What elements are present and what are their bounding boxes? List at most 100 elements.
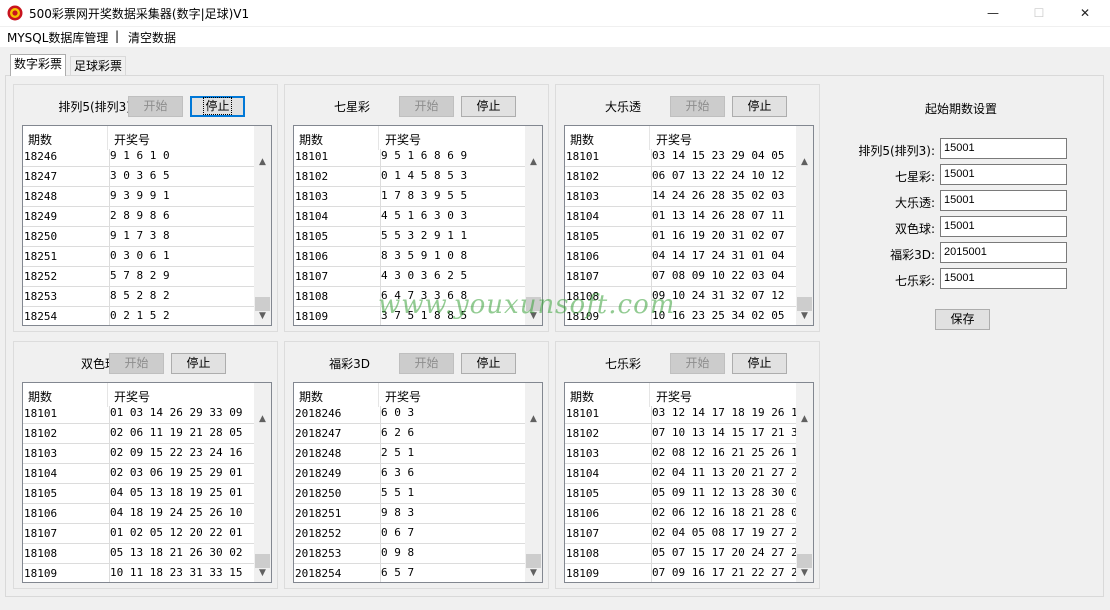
column-header-number[interactable]: 开奖号 [656, 131, 692, 148]
table-row[interactable]: 18108 05 13 18 21 26 30 02 [23, 543, 255, 564]
scroll-up-arrow-icon[interactable]: ▲ [254, 154, 271, 171]
start-button[interactable]: 开始 [670, 353, 725, 374]
table-row[interactable]: 18104 02 03 06 19 25 29 01 [23, 463, 255, 484]
scroll-up-arrow-icon[interactable]: ▲ [254, 411, 271, 428]
stop-button[interactable]: 停止 [732, 96, 787, 117]
column-divider[interactable] [649, 126, 650, 150]
table-row[interactable]: 18252 5 7 8 2 9 [23, 266, 255, 287]
scroll-down-arrow-icon[interactable]: ▼ [254, 308, 271, 325]
start-button[interactable]: 开始 [109, 353, 164, 374]
table-row[interactable]: 18253 8 5 2 8 2 [23, 286, 255, 307]
table-row[interactable]: 18109 10 11 18 23 31 33 15 [23, 563, 255, 582]
table-row[interactable]: 18101 03 12 14 17 18 19 26 10 [565, 406, 804, 424]
table-row[interactable]: 18101 9 5 1 6 8 6 9 [294, 149, 526, 167]
stop-button[interactable]: 停止 [461, 353, 516, 374]
maximize-button[interactable]: ☐ [1016, 0, 1062, 27]
save-button[interactable]: 保存 [935, 309, 990, 330]
column-divider[interactable] [107, 383, 108, 407]
column-header-period[interactable]: 期数 [570, 388, 594, 405]
table-row[interactable]: 18104 01 13 14 26 28 07 11 [565, 206, 797, 227]
column-header-number[interactable]: 开奖号 [385, 131, 421, 148]
table-row[interactable]: 2018252 0 6 7 [294, 523, 526, 544]
menu-clear-data[interactable]: 清空数据 [128, 29, 176, 46]
tab-football-lottery[interactable]: 足球彩票 [70, 56, 127, 76]
close-button[interactable]: ✕ [1062, 0, 1108, 27]
table-row[interactable]: 18103 02 08 12 16 21 25 26 19 [565, 443, 804, 464]
menu-mysql-db[interactable]: MYSQL数据库管理 [7, 29, 108, 46]
column-header-period[interactable]: 期数 [570, 131, 594, 148]
table-row[interactable]: 18109 07 09 16 17 21 22 27 20 [565, 563, 804, 582]
start-button[interactable]: 开始 [128, 96, 183, 117]
table-row[interactable]: 2018246 6 0 3 [294, 406, 526, 424]
table-row[interactable]: 18250 9 1 7 3 8 [23, 226, 255, 247]
column-header-number[interactable]: 开奖号 [656, 388, 692, 405]
scroll-up-arrow-icon[interactable]: ▲ [525, 154, 542, 171]
minimize-button[interactable]: — [970, 0, 1016, 27]
setting-input-dlt[interactable]: 15001 [940, 190, 1067, 211]
table-row[interactable]: 18102 02 06 11 19 21 28 05 [23, 423, 255, 444]
table-row[interactable]: 2018254 6 5 7 [294, 563, 526, 582]
table-row[interactable]: 18105 05 09 11 12 13 28 30 03 [565, 483, 804, 504]
table-row[interactable]: 18104 02 04 11 13 20 21 27 26 [565, 463, 804, 484]
table-row[interactable]: 18107 01 02 05 12 20 22 01 [23, 523, 255, 544]
tab-digital-lottery[interactable]: 数字彩票 [10, 54, 67, 76]
table-row[interactable]: 18103 02 09 15 22 23 24 16 [23, 443, 255, 464]
setting-input-qxc[interactable]: 15001 [940, 164, 1067, 185]
results-list[interactable]: 期数 开奖号 2018246 6 0 3 2018247 6 2 6 2018248 2 5 … [293, 382, 543, 583]
table-row[interactable]: 18107 07 08 09 10 22 03 04 [565, 266, 797, 287]
scroll-down-arrow-icon[interactable]: ▼ [525, 565, 542, 582]
results-list[interactable]: 期数 开奖号 18101 03 12 14 17 18 19 26 10 18102 07… [564, 382, 814, 583]
setting-input-qlc[interactable]: 15001 [940, 268, 1067, 289]
table-row[interactable]: 18106 02 06 12 16 18 21 28 09 [565, 503, 804, 524]
column-divider[interactable] [378, 383, 379, 407]
column-header-period[interactable]: 期数 [299, 388, 323, 405]
table-row[interactable]: 2018247 6 2 6 [294, 423, 526, 444]
table-row[interactable]: 18106 04 18 19 24 25 26 10 [23, 503, 255, 524]
table-row[interactable]: 18101 01 03 14 26 29 33 09 [23, 406, 255, 424]
table-row[interactable]: 18101 03 14 15 23 29 04 05 [565, 149, 797, 167]
vertical-scrollbar[interactable]: ▲ ▼ [254, 383, 271, 582]
column-divider[interactable] [107, 126, 108, 150]
setting-input-ssq[interactable]: 15001 [940, 216, 1067, 237]
scroll-down-arrow-icon[interactable]: ▼ [796, 565, 813, 582]
table-row[interactable]: 18251 0 3 0 6 1 [23, 246, 255, 267]
column-header-number[interactable]: 开奖号 [114, 388, 150, 405]
vertical-scrollbar[interactable]: ▲ ▼ [254, 126, 271, 325]
table-row[interactable]: 18107 4 3 0 3 6 2 5 [294, 266, 526, 287]
table-row[interactable]: 2018253 0 9 8 [294, 543, 526, 564]
table-row[interactable]: 18103 14 24 26 28 35 02 03 [565, 186, 797, 207]
setting-input-pl5[interactable]: 15001 [940, 138, 1067, 159]
stop-button[interactable]: 停止 [190, 96, 245, 117]
table-row[interactable]: 18105 04 05 13 18 19 25 01 [23, 483, 255, 504]
column-header-period[interactable]: 期数 [28, 388, 52, 405]
table-row[interactable]: 18104 4 5 1 6 3 0 3 [294, 206, 526, 227]
column-header-number[interactable]: 开奖号 [385, 388, 421, 405]
table-row[interactable]: 18102 0 1 4 5 8 5 3 [294, 166, 526, 187]
column-header-number[interactable]: 开奖号 [114, 131, 150, 148]
start-button[interactable]: 开始 [399, 353, 454, 374]
table-row[interactable]: 18249 2 8 9 8 6 [23, 206, 255, 227]
column-divider[interactable] [649, 383, 650, 407]
table-row[interactable]: 18107 02 04 05 08 17 19 27 21 [565, 523, 804, 544]
scroll-up-arrow-icon[interactable]: ▲ [796, 411, 813, 428]
table-row[interactable]: 18247 3 0 3 6 5 [23, 166, 255, 187]
scroll-down-arrow-icon[interactable]: ▼ [254, 565, 271, 582]
scroll-down-arrow-icon[interactable]: ▼ [796, 308, 813, 325]
table-row[interactable]: 18254 0 2 1 5 2 [23, 306, 255, 325]
column-header-period[interactable]: 期数 [28, 131, 52, 148]
stop-button[interactable]: 停止 [171, 353, 226, 374]
table-row[interactable]: 2018248 2 5 1 [294, 443, 526, 464]
start-button[interactable]: 开始 [670, 96, 725, 117]
vertical-scrollbar[interactable]: ▲ ▼ [525, 383, 542, 582]
table-row[interactable]: 18105 01 16 19 20 31 02 07 [565, 226, 797, 247]
vertical-scrollbar[interactable]: ▲ ▼ [796, 126, 813, 325]
vertical-scrollbar[interactable]: ▲ ▼ [796, 383, 813, 582]
table-row[interactable]: 18106 8 3 5 9 1 0 8 [294, 246, 526, 267]
table-row[interactable]: 2018251 9 8 3 [294, 503, 526, 524]
table-row[interactable]: 18102 07 10 13 14 15 17 21 30 [565, 423, 804, 444]
table-row[interactable]: 2018250 5 5 1 [294, 483, 526, 504]
start-button[interactable]: 开始 [399, 96, 454, 117]
scroll-up-arrow-icon[interactable]: ▲ [796, 154, 813, 171]
table-row[interactable]: 2018249 6 3 6 [294, 463, 526, 484]
table-row[interactable]: 18102 06 07 13 22 24 10 12 [565, 166, 797, 187]
